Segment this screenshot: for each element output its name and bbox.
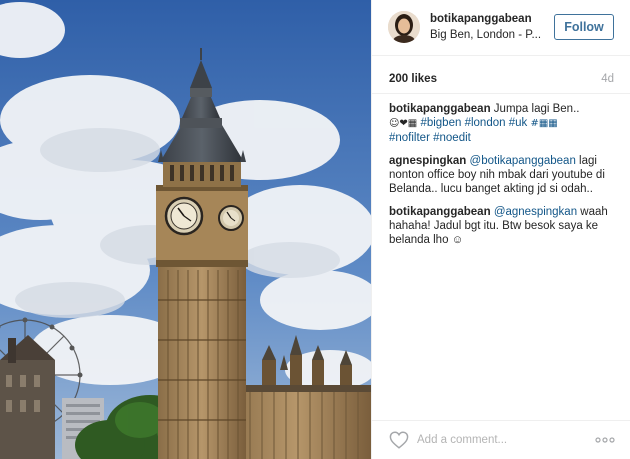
avatar[interactable] — [388, 11, 420, 43]
hashtag-flags[interactable]: #▦▦ — [530, 118, 557, 129]
comment-username[interactable]: botikapanggabean — [389, 206, 491, 218]
post-header: botikapanggabean Big Ben, London - P... … — [372, 0, 630, 56]
likes-row: 200 likes 4d — [372, 64, 630, 94]
likes-count[interactable]: 200 likes — [389, 73, 437, 85]
hashtag-bigben[interactable]: #bigben — [420, 117, 461, 129]
comment-mention[interactable]: @agnespingkan — [494, 206, 577, 218]
comment-username[interactable]: agnespingkan — [389, 155, 466, 167]
location-link[interactable]: Big Ben, London - P... — [430, 29, 546, 41]
comment-list: botikapanggabean Jumpa lagi Ben.. ☺❤▦ #b… — [389, 102, 621, 256]
hashtag-noedit[interactable]: #noedit — [433, 132, 471, 144]
comment-bar — [372, 420, 630, 459]
post-photo[interactable] — [0, 0, 371, 459]
follow-button[interactable]: Follow — [554, 14, 614, 40]
comment-text: Jumpa lagi Ben.. — [490, 103, 580, 115]
comment-item: botikapanggabean @agnespingkan waah haha… — [389, 205, 621, 247]
owner-username[interactable]: botikapanggabean — [430, 13, 532, 25]
ellipsis-icon[interactable] — [595, 433, 615, 447]
comment-mention[interactable]: @botikapanggabean — [470, 155, 576, 167]
post-timestamp[interactable]: 4d — [601, 73, 614, 85]
comment-emoji: ☺❤▦ — [389, 118, 421, 129]
add-comment-input[interactable] — [417, 430, 577, 450]
big-ben-photo — [0, 0, 371, 459]
hashtag-nofilter[interactable]: #nofilter — [389, 132, 430, 144]
hashtag-uk[interactable]: #uk — [509, 117, 528, 129]
heart-outline-icon[interactable] — [389, 431, 409, 449]
comment-caption: botikapanggabean Jumpa lagi Ben.. ☺❤▦ #b… — [389, 102, 621, 145]
comment-item: agnespingkan @botikapanggabean lagi nont… — [389, 154, 621, 196]
comment-username[interactable]: botikapanggabean — [389, 103, 491, 115]
hashtag-london[interactable]: #london — [465, 117, 506, 129]
post-details-panel: botikapanggabean Big Ben, London - P... … — [371, 0, 630, 459]
